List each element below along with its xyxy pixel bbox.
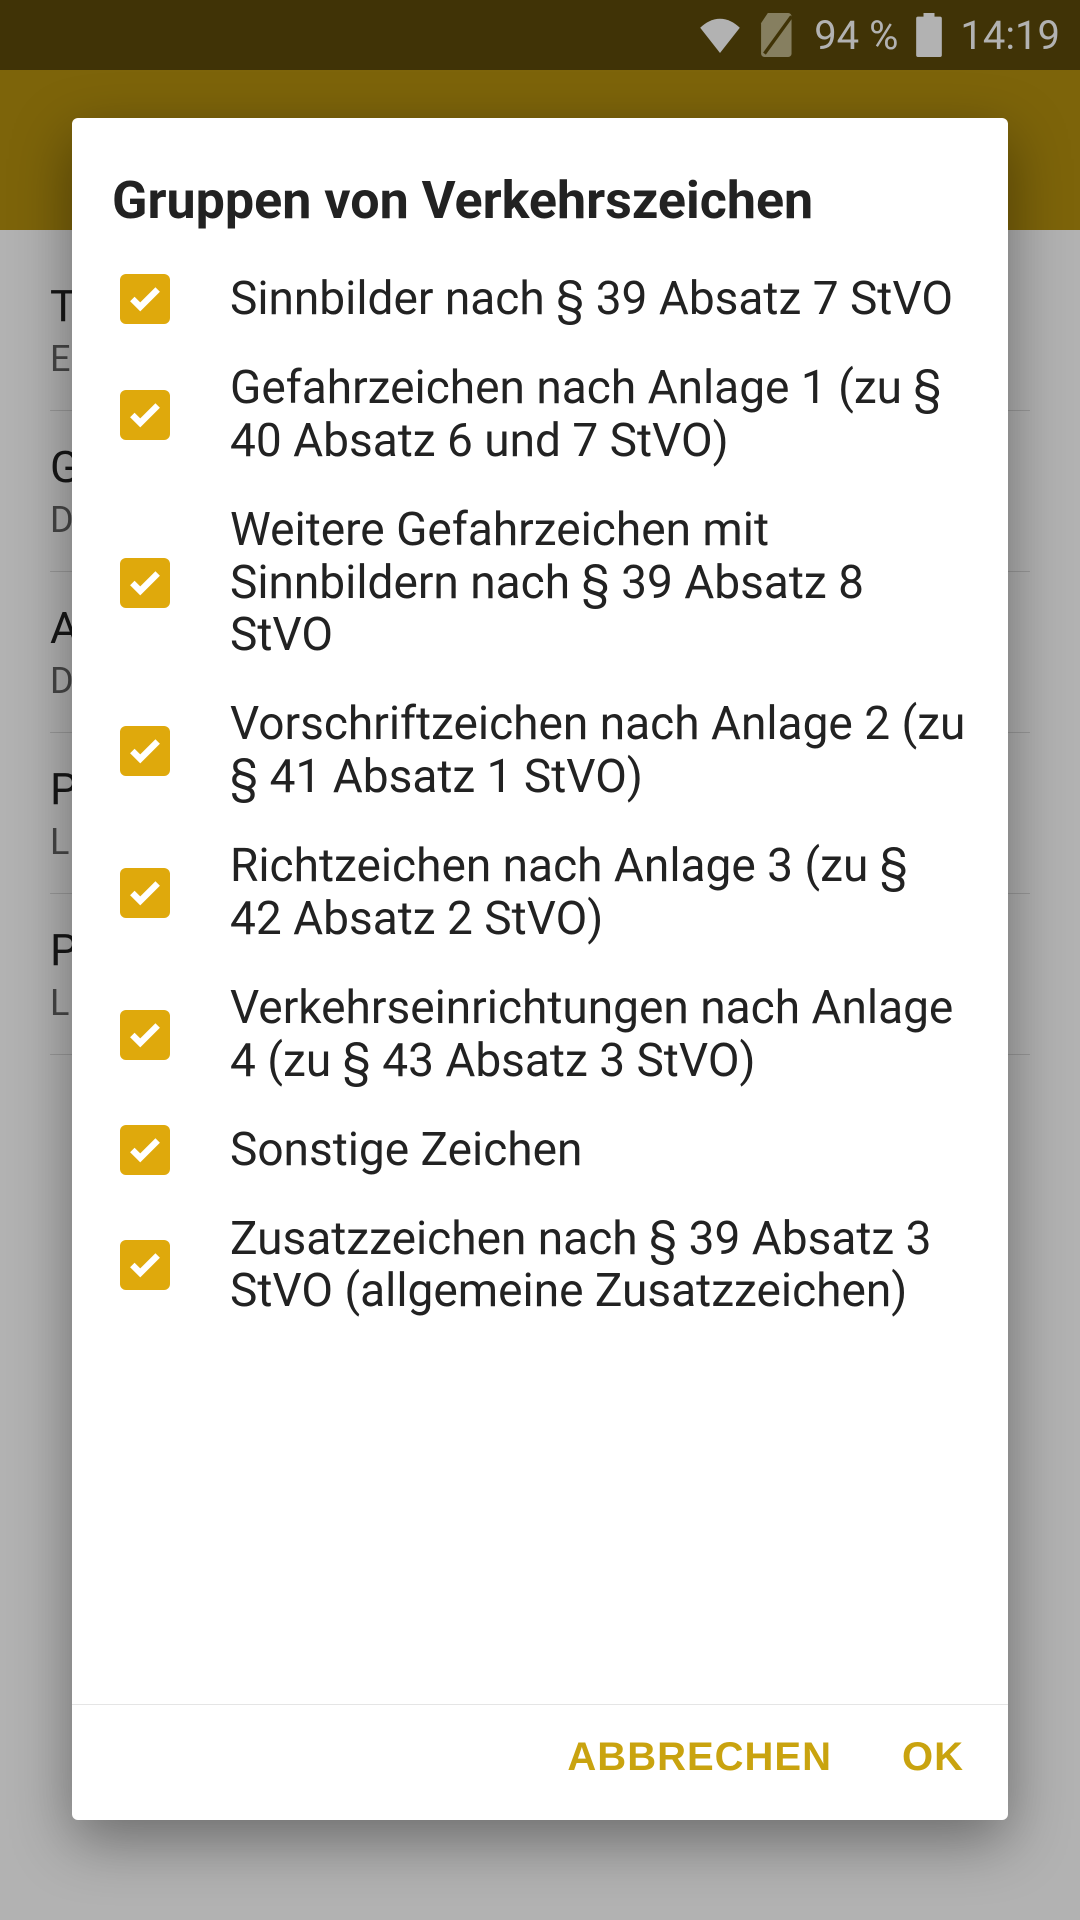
option-label: Richtzeichen nach Anlage 3 (zu § 42 Absa… <box>230 832 968 954</box>
option-row[interactable]: Weitere Gefahrzeichen mit Sinnbildern na… <box>100 486 968 681</box>
checkbox-checked-icon[interactable] <box>120 1125 170 1175</box>
ok-button[interactable]: OK <box>902 1735 964 1780</box>
option-label: Verkehrseinrichtungen nach Anlage 4 (zu … <box>230 974 968 1096</box>
checkbox-checked-icon[interactable] <box>120 1010 170 1060</box>
dialog-title: Gruppen von Verkehrszeichen <box>72 118 1008 255</box>
option-row[interactable]: Richtzeichen nach Anlage 3 (zu § 42 Absa… <box>100 822 968 964</box>
dialog-actions: ABBRECHEN OK <box>72 1704 1008 1820</box>
option-label: Sonstige Zeichen <box>230 1116 968 1185</box>
option-label: Gefahrzeichen nach Anlage 1 (zu § 40 Abs… <box>230 354 968 476</box>
dialog-options-list: Sinnbilder nach § 39 Absatz 7 StVO Gefah… <box>72 255 1008 1704</box>
option-label: Sinnbilder nach § 39 Absatz 7 StVO <box>230 265 968 334</box>
option-row[interactable]: Verkehrseinrichtungen nach Anlage 4 (zu … <box>100 964 968 1106</box>
option-label: Weitere Gefahrzeichen mit Sinnbildern na… <box>230 496 968 671</box>
option-label: Zusatzzeichen nach § 39 Absatz 3 StVO (a… <box>230 1205 968 1327</box>
checkbox-checked-icon[interactable] <box>120 274 170 324</box>
option-row[interactable]: Zusatzzeichen nach § 39 Absatz 3 StVO (a… <box>100 1195 968 1337</box>
option-row[interactable]: Sinnbilder nach § 39 Absatz 7 StVO <box>100 255 968 344</box>
option-row[interactable]: Gefahrzeichen nach Anlage 1 (zu § 40 Abs… <box>100 344 968 486</box>
checkbox-checked-icon[interactable] <box>120 390 170 440</box>
option-row[interactable]: Sonstige Zeichen <box>100 1106 968 1195</box>
option-label: Vorschriftzeichen nach Anlage 2 (zu § 41… <box>230 690 968 812</box>
checkbox-checked-icon[interactable] <box>120 1240 170 1290</box>
option-row[interactable]: Vorschriftzeichen nach Anlage 2 (zu § 41… <box>100 680 968 822</box>
checkbox-checked-icon[interactable] <box>120 558 170 608</box>
checkbox-checked-icon[interactable] <box>120 726 170 776</box>
checkbox-checked-icon[interactable] <box>120 868 170 918</box>
cancel-button[interactable]: ABBRECHEN <box>567 1735 832 1780</box>
groups-dialog: Gruppen von Verkehrszeichen Sinnbilder n… <box>72 118 1008 1820</box>
